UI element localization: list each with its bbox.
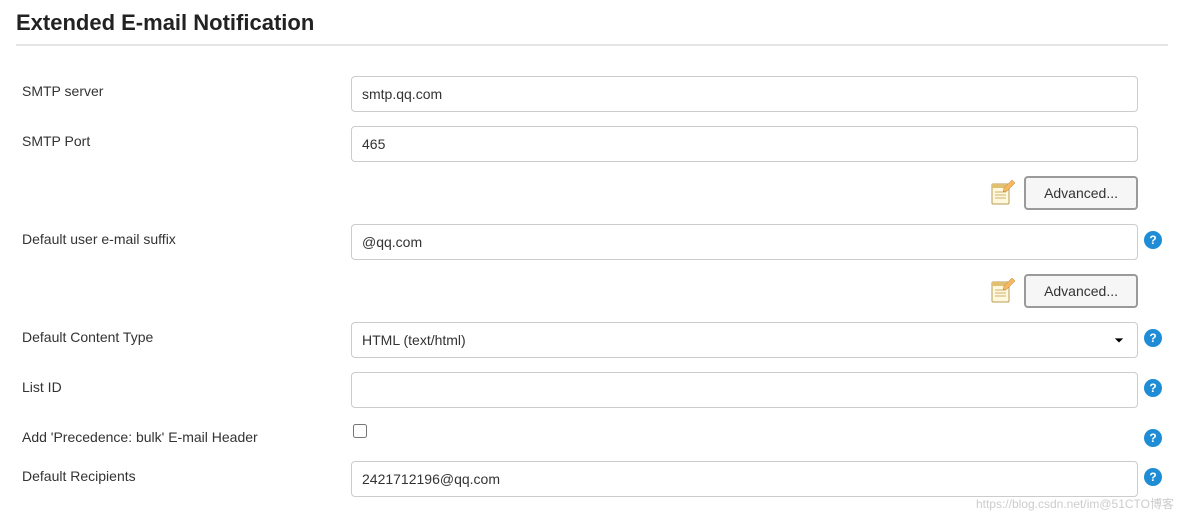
advanced-button-1[interactable]: Advanced... xyxy=(1024,176,1138,210)
notepad-icon xyxy=(988,277,1016,305)
help-icon[interactable]: ? xyxy=(1144,329,1162,347)
checkbox-precedence[interactable] xyxy=(353,424,367,438)
input-smtp-port[interactable] xyxy=(351,126,1138,162)
label-precedence: Add 'Precedence: bulk' E-mail Header xyxy=(16,422,351,445)
row-email-suffix: Default user e-mail suffix ? xyxy=(16,224,1168,260)
row-content-type: Default Content Type HTML (text/html) ? xyxy=(16,322,1168,358)
label-recipients: Default Recipients xyxy=(16,461,351,484)
label-smtp-port: SMTP Port xyxy=(16,126,351,149)
row-list-id: List ID ? xyxy=(16,372,1168,408)
help-icon[interactable]: ? xyxy=(1144,231,1162,249)
row-smtp-server: SMTP server xyxy=(16,76,1168,112)
input-list-id[interactable] xyxy=(351,372,1138,408)
notepad-icon xyxy=(988,179,1016,207)
label-smtp-server: SMTP server xyxy=(16,76,351,99)
row-recipients: Default Recipients ? xyxy=(16,461,1168,497)
watermark: https://blog.csdn.net/im@51CTO博客 xyxy=(976,495,1174,512)
help-icon[interactable]: ? xyxy=(1144,429,1162,447)
help-icon[interactable]: ? xyxy=(1144,379,1162,397)
label-content-type: Default Content Type xyxy=(16,322,351,345)
label-email-suffix: Default user e-mail suffix xyxy=(16,224,351,247)
advanced-row-1: Advanced... xyxy=(16,176,1168,210)
section-title: Extended E-mail Notification xyxy=(16,10,1168,46)
row-precedence: Add 'Precedence: bulk' E-mail Header ? xyxy=(16,422,1168,447)
input-recipients[interactable] xyxy=(351,461,1138,497)
advanced-button-2[interactable]: Advanced... xyxy=(1024,274,1138,308)
input-email-suffix[interactable] xyxy=(351,224,1138,260)
help-icon[interactable]: ? xyxy=(1144,468,1162,486)
row-smtp-port: SMTP Port xyxy=(16,126,1168,162)
input-smtp-server[interactable] xyxy=(351,76,1138,112)
select-content-type[interactable]: HTML (text/html) xyxy=(351,322,1138,358)
label-list-id: List ID xyxy=(16,372,351,395)
advanced-row-2: Advanced... xyxy=(16,274,1168,308)
